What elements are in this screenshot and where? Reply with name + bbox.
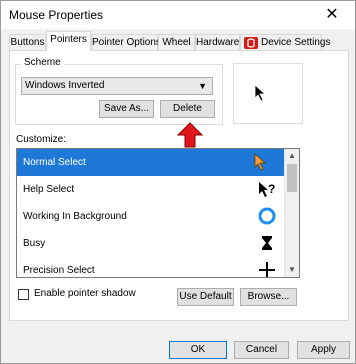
tab-pointer-options[interactable]: Pointer Options — [91, 34, 161, 50]
window-title: Mouse Properties — [9, 8, 104, 22]
list-item-normal-select[interactable]: Normal Select — [17, 149, 285, 176]
pointer-shadow-checkbox[interactable] — [18, 289, 29, 300]
list-item-working-in-background[interactable]: Working In Background — [17, 203, 285, 230]
tab-buttons[interactable]: Buttons — [9, 34, 46, 50]
list-scrollbar[interactable]: ▲ ▼ — [284, 149, 299, 277]
customize-label: Customize: — [16, 134, 67, 145]
use-default-button[interactable]: Use Default — [177, 288, 234, 306]
list-item-label: Help Select — [23, 184, 75, 195]
hourglass-icon — [262, 236, 272, 250]
tab-device-settings-label: Device Settings — [261, 37, 331, 48]
device-settings-icon — [244, 37, 258, 49]
help-cursor-icon: ? — [259, 182, 275, 197]
busy-ring-icon — [258, 207, 276, 225]
list-item-precision-select[interactable]: Precision Select — [17, 257, 285, 277]
scheme-select-value: Windows Inverted — [25, 80, 105, 91]
tab-pointers[interactable]: Pointers — [46, 31, 91, 51]
scheme-legend: Scheme — [21, 57, 64, 68]
annotation-arrow-icon — [177, 122, 203, 148]
crosshair-icon — [259, 262, 275, 277]
tab-device-settings[interactable]: Device Settings — [240, 34, 330, 50]
chevron-down-icon: ▼ — [198, 81, 207, 91]
arrow-cursor-orange-icon — [254, 153, 267, 171]
scrollbar-thumb[interactable] — [287, 164, 297, 192]
apply-button[interactable]: Apply — [297, 341, 350, 359]
scroll-down-icon[interactable]: ▼ — [285, 263, 299, 277]
title-bar: Mouse Properties ✕ — [1, 1, 355, 29]
close-icon[interactable]: ✕ — [321, 4, 343, 26]
list-item-label: Working In Background — [23, 211, 127, 222]
tab-hardware[interactable]: Hardware — [195, 34, 240, 50]
list-item-help-select[interactable]: Help Select ? — [17, 176, 285, 203]
pointer-preview — [233, 63, 303, 124]
mouse-properties-window: Mouse Properties ✕ Buttons Pointers Poin… — [0, 0, 356, 364]
ok-button[interactable]: OK — [169, 341, 227, 359]
cursor-list[interactable]: Normal Select Help Select ? Working In B… — [16, 148, 300, 278]
list-item-label: Busy — [23, 238, 46, 249]
scheme-select[interactable]: Windows Inverted ▼ — [21, 77, 213, 95]
list-item-label: Precision Select — [23, 265, 95, 276]
browse-button[interactable]: Browse... — [240, 288, 297, 306]
save-as-button[interactable]: Save As... — [99, 100, 154, 118]
arrow-cursor-icon — [254, 84, 267, 102]
list-item-busy[interactable]: Busy — [17, 230, 285, 257]
pointer-shadow-label: Enable pointer shadow — [34, 288, 136, 299]
tab-wheel[interactable]: Wheel — [158, 34, 195, 50]
list-item-label: Normal Select — [23, 157, 86, 168]
scroll-up-icon[interactable]: ▲ — [285, 149, 299, 163]
cancel-button[interactable]: Cancel — [234, 341, 289, 359]
svg-text:?: ? — [268, 182, 275, 196]
delete-button[interactable]: Delete — [160, 100, 215, 118]
